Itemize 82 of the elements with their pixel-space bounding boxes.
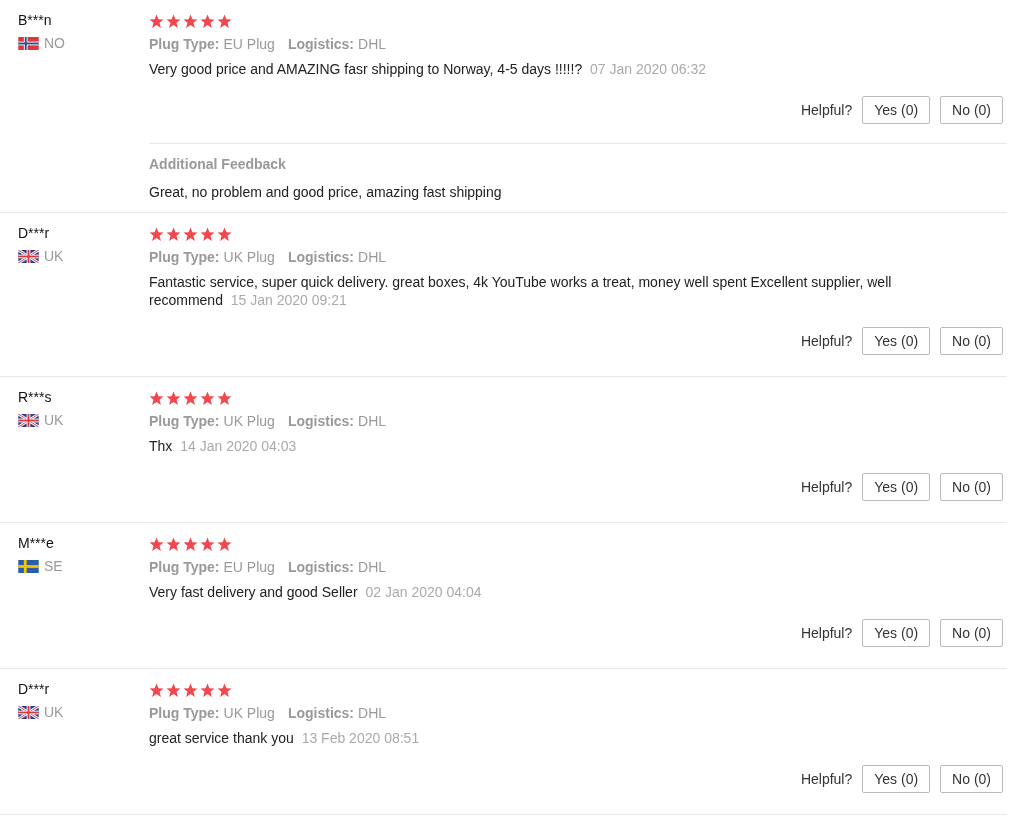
plug-type-label: Plug Type: bbox=[149, 705, 220, 721]
plug-type-label: Plug Type: bbox=[149, 36, 220, 52]
flag-icon bbox=[18, 36, 39, 50]
star-icon bbox=[149, 537, 164, 552]
review-text: Fantastic service, super quick delivery. great boxes, 4k YouTube works a treat, money well spent Excellent supplier, well recommend 15 Jan 2020 09:21 bbox=[149, 273, 893, 309]
review-text: Thx 14 Jan 2020 04:03 bbox=[149, 437, 298, 455]
star-icon bbox=[183, 391, 198, 406]
helpful-label: Helpful? bbox=[800, 333, 853, 349]
review-text: Very fast delivery and good Seller 02 Jan 2020 04:04 bbox=[149, 583, 483, 601]
star-icon bbox=[166, 683, 181, 698]
logistics-value: DHL bbox=[358, 249, 387, 265]
star-icon bbox=[149, 683, 164, 698]
plug-type-label: Plug Type: bbox=[149, 249, 220, 265]
helpful-label: Helpful? bbox=[800, 771, 853, 787]
review-text: great service thank you 13 Feb 2020 08:51 bbox=[149, 729, 421, 747]
no-button[interactable]: No (0) bbox=[940, 619, 1003, 647]
star-icon bbox=[200, 537, 215, 552]
plug-type-label: Plug Type: bbox=[149, 559, 220, 575]
no-button[interactable]: No (0) bbox=[940, 765, 1003, 793]
country-code: UK bbox=[44, 412, 64, 428]
star-icon bbox=[217, 391, 232, 406]
star-icon bbox=[183, 14, 198, 29]
logistics-value: DHL bbox=[358, 559, 387, 575]
yes-button[interactable]: Yes (0) bbox=[862, 96, 931, 124]
logistics-label: Logistics: bbox=[287, 249, 354, 265]
no-button[interactable]: No (0) bbox=[940, 327, 1003, 355]
yes-button[interactable]: Yes (0) bbox=[862, 327, 931, 355]
country-code: NO bbox=[44, 35, 65, 51]
reviewer-name: B***n bbox=[18, 12, 53, 28]
plug-type-value: EU Plug bbox=[223, 559, 275, 575]
flag-icon bbox=[18, 705, 39, 719]
star-icon bbox=[149, 227, 164, 242]
logistics-label: Logistics: bbox=[287, 705, 354, 721]
yes-button[interactable]: Yes (0) bbox=[862, 619, 931, 647]
country-code: SE bbox=[44, 558, 63, 574]
reviewer-name: D***r bbox=[18, 225, 51, 241]
star-icon bbox=[200, 683, 215, 698]
star-icon bbox=[183, 537, 198, 552]
yes-button[interactable]: Yes (0) bbox=[862, 473, 931, 501]
helpful-label: Helpful? bbox=[800, 479, 853, 495]
star-icon bbox=[217, 537, 232, 552]
plug-type-label: Plug Type: bbox=[149, 413, 220, 429]
helpful-label: Helpful? bbox=[800, 625, 853, 641]
star-icon bbox=[183, 683, 198, 698]
no-button[interactable]: No (0) bbox=[940, 473, 1003, 501]
flag-icon bbox=[18, 413, 39, 427]
logistics-label: Logistics: bbox=[287, 559, 354, 575]
plug-type-value: UK Plug bbox=[223, 705, 275, 721]
review-text: Very good price and AMAZING fasr shipping to Norway, 4-5 days !!!!!? 07 Jan 2020 06:32 bbox=[149, 60, 708, 78]
reviewer-name: R***s bbox=[18, 389, 53, 405]
flag-icon bbox=[18, 249, 39, 263]
no-button[interactable]: No (0) bbox=[940, 96, 1003, 124]
star-icon bbox=[149, 14, 164, 29]
additional-feedback-title: Additional Feedback bbox=[149, 156, 287, 172]
star-icon bbox=[200, 14, 215, 29]
star-icon bbox=[166, 14, 181, 29]
reviewer-name: M***e bbox=[18, 535, 55, 551]
star-icon bbox=[149, 391, 164, 406]
logistics-label: Logistics: bbox=[287, 413, 354, 429]
star-icon bbox=[183, 227, 198, 242]
logistics-value: DHL bbox=[358, 413, 387, 429]
plug-type-value: UK Plug bbox=[223, 413, 275, 429]
plug-type-value: UK Plug bbox=[223, 249, 275, 265]
star-icon bbox=[200, 227, 215, 242]
star-icon bbox=[200, 391, 215, 406]
star-icon bbox=[166, 537, 181, 552]
country-code: UK bbox=[44, 248, 64, 264]
reviewer-name: D***r bbox=[18, 681, 51, 697]
helpful-label: Helpful? bbox=[800, 102, 853, 118]
star-icon bbox=[217, 683, 232, 698]
plug-type-value: EU Plug bbox=[223, 36, 275, 52]
star-icon bbox=[217, 227, 232, 242]
logistics-value: DHL bbox=[358, 36, 387, 52]
flag-icon bbox=[18, 559, 39, 573]
star-icon bbox=[166, 391, 181, 406]
yes-button[interactable]: Yes (0) bbox=[862, 765, 931, 793]
logistics-label: Logistics: bbox=[287, 36, 354, 52]
star-icon bbox=[166, 227, 181, 242]
star-icon bbox=[217, 14, 232, 29]
additional-feedback-text: Great, no problem and good price, amazing fast shipping bbox=[149, 184, 503, 200]
country-code: UK bbox=[44, 704, 64, 720]
logistics-value: DHL bbox=[358, 705, 387, 721]
